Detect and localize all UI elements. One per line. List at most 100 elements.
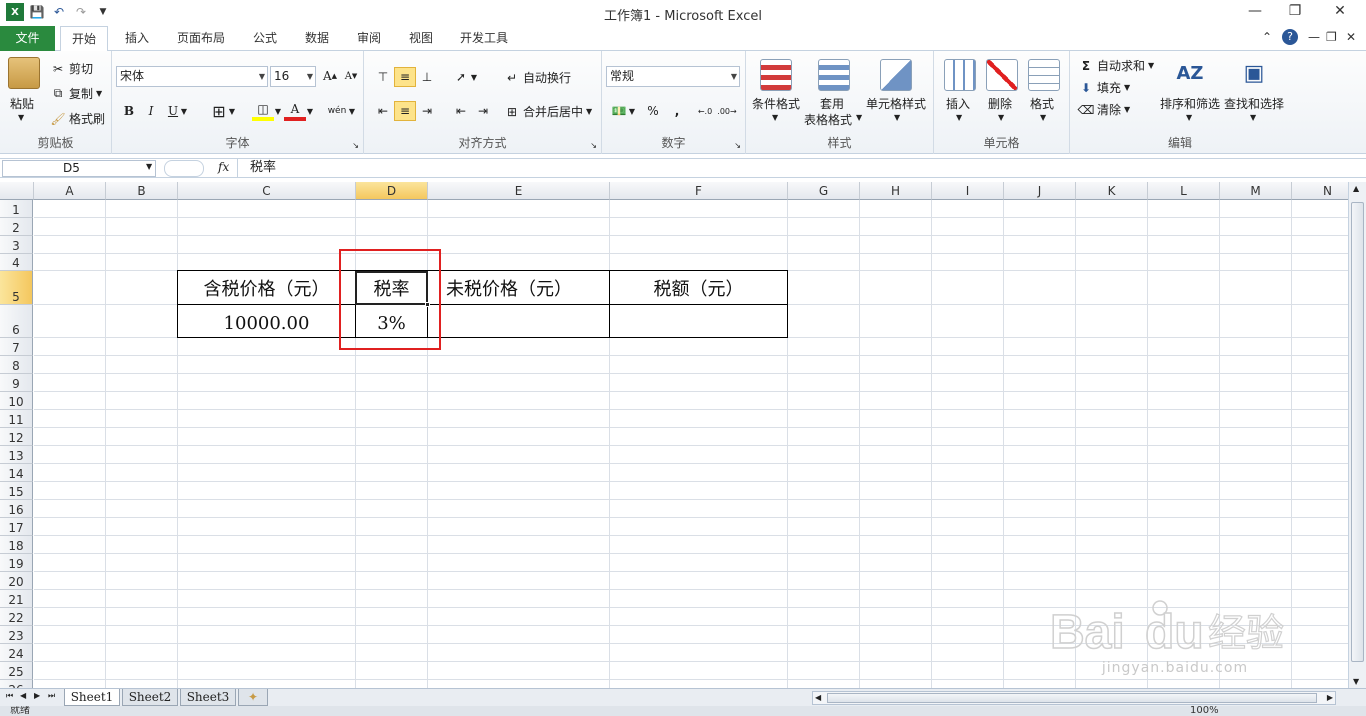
tab-data[interactable]: 数据 — [296, 26, 338, 51]
grow-font-button[interactable]: A ▲ — [319, 66, 341, 86]
row-header[interactable]: 17 — [0, 518, 33, 536]
sheet-tab-sheet3[interactable]: Sheet3 — [180, 689, 236, 706]
fill-color-icon[interactable]: ◫ — [252, 101, 274, 121]
scroll-up-icon[interactable]: ▲ — [1353, 184, 1359, 193]
fill-color-dropdown-icon[interactable]: ▼ — [272, 101, 284, 121]
insert-cells-button[interactable]: 插入 — [946, 95, 970, 112]
format-table-line2[interactable]: 表格格式 — [804, 111, 852, 128]
increase-indent-icon[interactable]: ⇥ — [472, 101, 494, 121]
phonetic-icon[interactable]: wén — [326, 101, 348, 121]
tab-formulas[interactable]: 公式 — [244, 26, 286, 51]
dialog-launcher-icon[interactable]: ↘ — [590, 141, 597, 150]
column-header-i[interactable]: I — [932, 182, 1004, 200]
column-header-m[interactable]: M — [1220, 182, 1292, 200]
help-icon[interactable]: ? — [1282, 29, 1298, 45]
cut-button[interactable]: ✂ 剪切 — [50, 60, 93, 77]
scroll-down-icon[interactable]: ▼ — [1353, 677, 1359, 686]
sort-filter-button[interactable]: 排序和筛选 — [1160, 95, 1220, 112]
row-header[interactable]: 24 — [0, 644, 33, 662]
column-header-c[interactable]: C — [178, 182, 356, 200]
align-top-icon[interactable]: ⊤ — [372, 67, 394, 87]
percent-button[interactable]: % — [642, 101, 664, 121]
workbook-restore-icon[interactable]: ❐ — [1326, 30, 1337, 44]
underline-dropdown-icon[interactable]: ▼ — [178, 101, 190, 121]
paste-dropdown-icon[interactable]: ▼ — [18, 113, 24, 122]
column-header-d[interactable]: D — [356, 182, 428, 200]
font-name-combo[interactable]: 宋体 ▼ — [116, 66, 268, 87]
chevron-down-icon[interactable]: ▼ — [1250, 113, 1256, 122]
row-header[interactable]: 8 — [0, 356, 33, 374]
row-header[interactable]: 21 — [0, 590, 33, 608]
row-header[interactable]: 3 — [0, 236, 33, 254]
decrease-decimal-icon[interactable]: .00→ — [716, 101, 738, 121]
dialog-launcher-icon[interactable]: ↘ — [352, 141, 359, 150]
font-size-combo[interactable]: 16 ▼ — [270, 66, 316, 87]
row-header[interactable]: 6 — [0, 305, 33, 338]
format-cells-icon[interactable] — [1028, 59, 1060, 91]
orientation-dropdown-icon[interactable]: ▼ — [468, 67, 480, 87]
prev-sheet-icon[interactable]: ◀ — [20, 691, 26, 700]
align-center-icon[interactable]: ≡ — [394, 101, 416, 121]
name-box[interactable]: D5 — [2, 160, 156, 177]
row-header[interactable]: 15 — [0, 482, 33, 500]
paste-icon[interactable] — [8, 57, 40, 89]
column-header-g[interactable]: G — [788, 182, 860, 200]
cell-c5[interactable]: 含税价格（元） — [178, 271, 355, 304]
chevron-down-icon[interactable]: ▼ — [772, 113, 778, 122]
sheet-tab-sheet1[interactable]: Sheet1 — [64, 689, 120, 706]
copy-button[interactable]: ⧉ 复制 ▼ — [50, 85, 102, 102]
workbook-minimize-icon[interactable]: — — [1308, 30, 1320, 44]
tab-home[interactable]: 开始 — [60, 26, 108, 52]
column-header-a[interactable]: A — [34, 182, 106, 200]
row-header[interactable]: 18 — [0, 536, 33, 554]
format-painter-button[interactable]: 🖌 格式刷 — [50, 110, 105, 127]
row-header[interactable]: 23 — [0, 626, 33, 644]
vertical-scroll-thumb[interactable] — [1351, 202, 1364, 662]
last-sheet-icon[interactable]: ⏭ — [48, 691, 55, 701]
increase-decimal-icon[interactable]: ←.0 — [694, 101, 716, 121]
horizontal-scrollbar[interactable]: ◀ ▶ — [812, 691, 1336, 705]
row-header[interactable]: 16 — [0, 500, 33, 518]
number-format-combo[interactable]: 常规 ▼ — [606, 66, 740, 87]
row-header[interactable]: 7 — [0, 338, 33, 356]
chevron-down-icon[interactable]: ▼ — [956, 113, 962, 122]
column-header-b[interactable]: B — [106, 182, 178, 200]
phonetic-dropdown-icon[interactable]: ▼ — [346, 101, 358, 121]
column-header-n[interactable]: N — [1292, 182, 1348, 200]
format-table-line1[interactable]: 套用 — [820, 95, 844, 112]
find-select-button[interactable]: 查找和选择 — [1224, 95, 1284, 112]
scroll-right-icon[interactable]: ▶ — [1327, 693, 1333, 702]
cell-c6[interactable]: 10000.00 — [178, 305, 355, 337]
binoculars-icon[interactable]: ▣ — [1238, 57, 1270, 89]
comma-button[interactable]: , — [666, 101, 688, 121]
tab-insert[interactable]: 插入 — [115, 26, 159, 51]
workbook-close-icon[interactable]: ✕ — [1346, 30, 1356, 44]
cell-f6[interactable] — [610, 305, 787, 337]
format-cells-button[interactable]: 格式 — [1030, 95, 1054, 112]
formula-input[interactable]: 税率 — [237, 159, 1352, 177]
italic-button[interactable]: I — [140, 101, 162, 121]
align-left-icon[interactable]: ⇤ — [372, 101, 394, 121]
delete-cells-icon[interactable] — [986, 59, 1018, 91]
chevron-down-icon[interactable]: ▼ — [998, 113, 1004, 122]
next-sheet-icon[interactable]: ▶ — [34, 691, 40, 700]
cell-e6[interactable] — [428, 305, 609, 337]
row-header[interactable]: 11 — [0, 410, 33, 428]
tab-review[interactable]: 审阅 — [348, 26, 390, 51]
column-header-f[interactable]: F — [610, 182, 788, 200]
tab-view[interactable]: 视图 — [400, 26, 442, 51]
chevron-down-icon[interactable]: ▼ — [1186, 113, 1192, 122]
horizontal-scroll-thumb[interactable] — [827, 693, 1317, 703]
chevron-down-icon[interactable]: ▼ — [856, 113, 862, 122]
wrap-text-button[interactable]: ↵ 自动换行 — [504, 69, 571, 86]
scroll-left-icon[interactable]: ◀ — [815, 693, 821, 702]
cell-styles-button[interactable]: 单元格样式 — [866, 95, 926, 112]
shrink-font-button[interactable]: A ▼ — [340, 66, 362, 86]
column-header-k[interactable]: K — [1076, 182, 1148, 200]
cell-f5[interactable]: 税额（元） — [610, 271, 787, 304]
column-header-j[interactable]: J — [1004, 182, 1076, 200]
bold-button[interactable]: B — [118, 101, 140, 121]
cell-styles-icon[interactable] — [880, 59, 912, 91]
conditional-format-button[interactable]: 条件格式 — [752, 95, 800, 112]
format-table-icon[interactable] — [818, 59, 850, 91]
